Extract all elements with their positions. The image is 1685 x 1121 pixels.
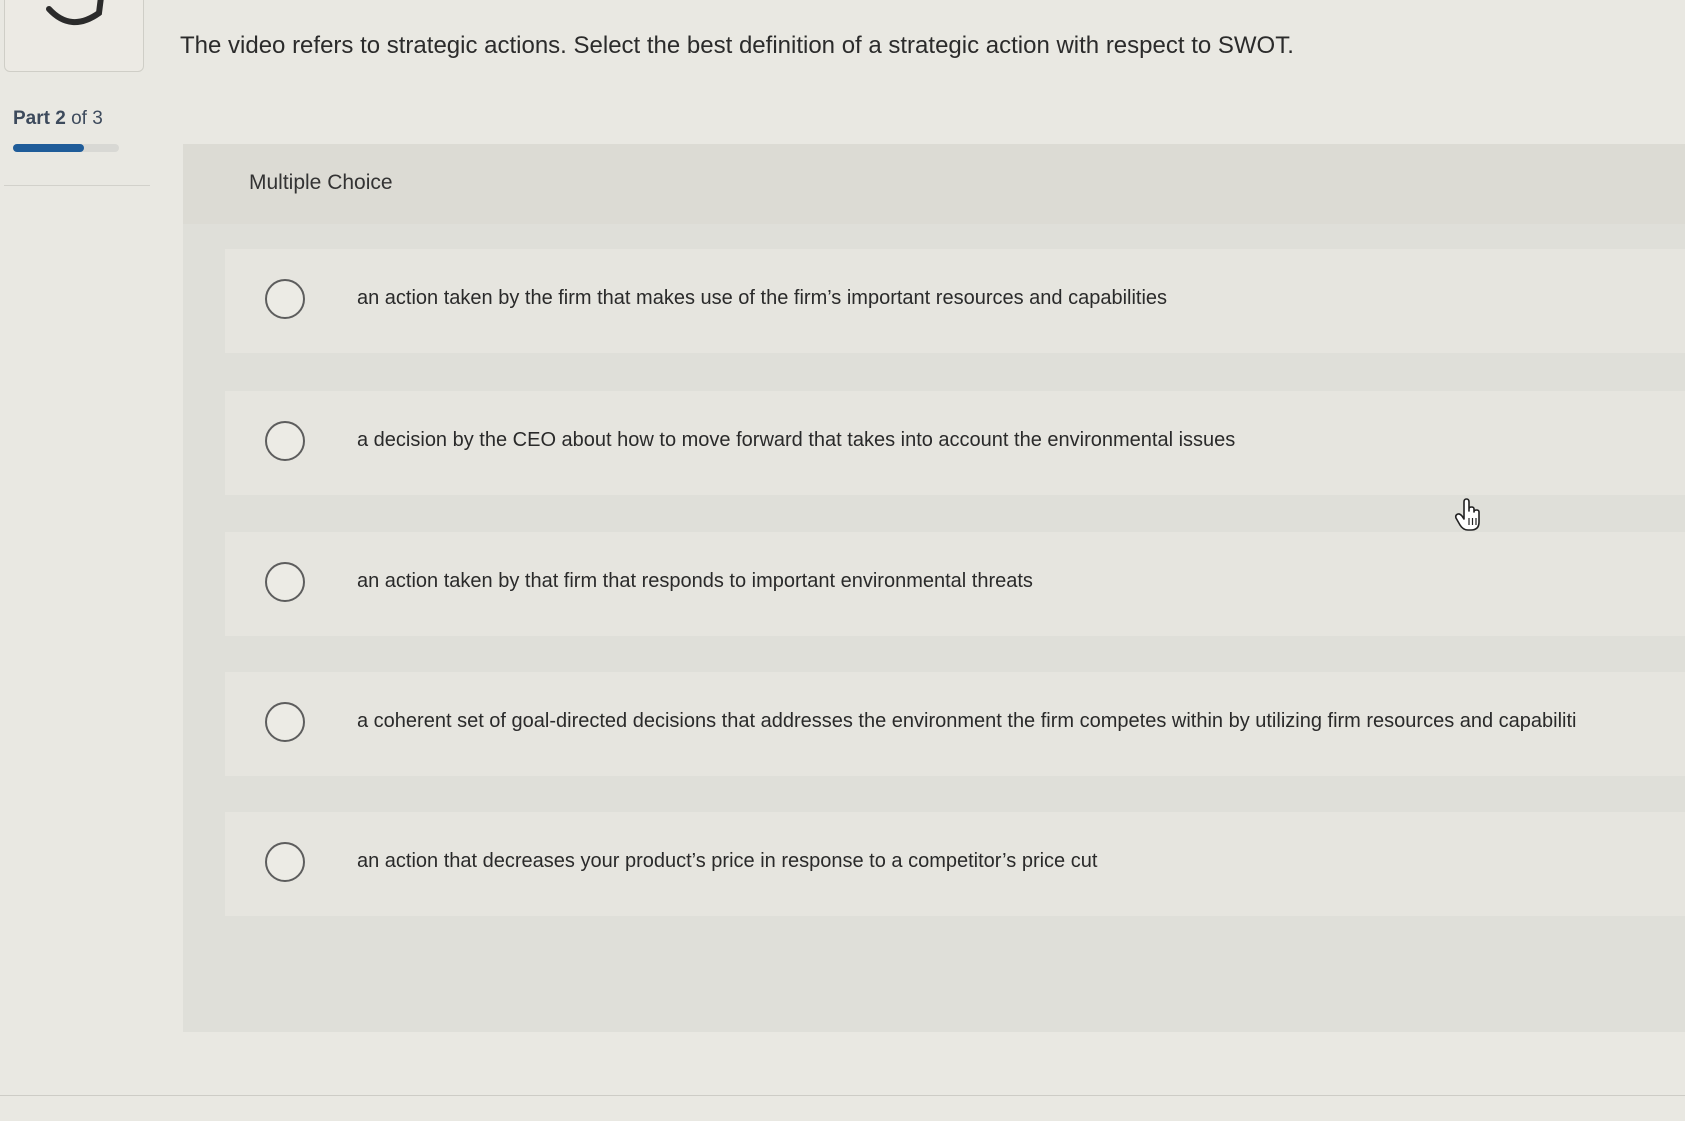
part-word: Part [13,108,50,129]
previous-part-card[interactable] [4,0,144,72]
page-bottom-divider [0,1095,1685,1096]
answer-option-5[interactable]: an action that decreases your product’s … [225,812,1685,916]
part-current: 2 [55,108,66,129]
sidebar: Part 2 of 3 [0,0,150,1121]
part-total: 3 [92,108,103,129]
multiple-choice-header: Multiple Choice [183,144,1685,224]
radio-button[interactable] [265,702,305,742]
question-text: The video refers to strategic actions. S… [180,32,1294,59]
answer-option-label: an action that decreases your product’s … [357,850,1098,872]
radio-button[interactable] [265,562,305,602]
radio-button[interactable] [265,842,305,882]
multiple-choice-title: Multiple Choice [249,171,393,194]
part-progress-bar [13,144,119,152]
answer-option-label: an action taken by the firm that makes u… [357,287,1168,309]
part-of: of [71,108,87,129]
radio-button[interactable] [265,279,305,319]
answer-option-2[interactable]: a decision by the CEO about how to move … [225,391,1685,495]
part-indicator: Part 2 of 3 [13,108,103,130]
answer-option-label: a coherent set of goal-directed decision… [357,710,1577,732]
answer-option-3[interactable]: an action taken by that firm that respon… [225,532,1685,636]
multiple-choice-panel: Multiple Choice an action taken by the f… [183,144,1685,1032]
answer-option-4[interactable]: a coherent set of goal-directed decision… [225,672,1685,776]
radio-button[interactable] [265,421,305,461]
sidebar-divider [4,185,150,186]
part-progress-fill [13,144,84,152]
hand-pointer-icon [1454,498,1480,531]
answer-option-label: an action taken by that firm that respon… [357,570,1033,592]
undo-arrow-icon [46,0,104,25]
answer-option-1[interactable]: an action taken by the firm that makes u… [225,249,1685,353]
answer-option-label: a decision by the CEO about how to move … [357,429,1236,451]
